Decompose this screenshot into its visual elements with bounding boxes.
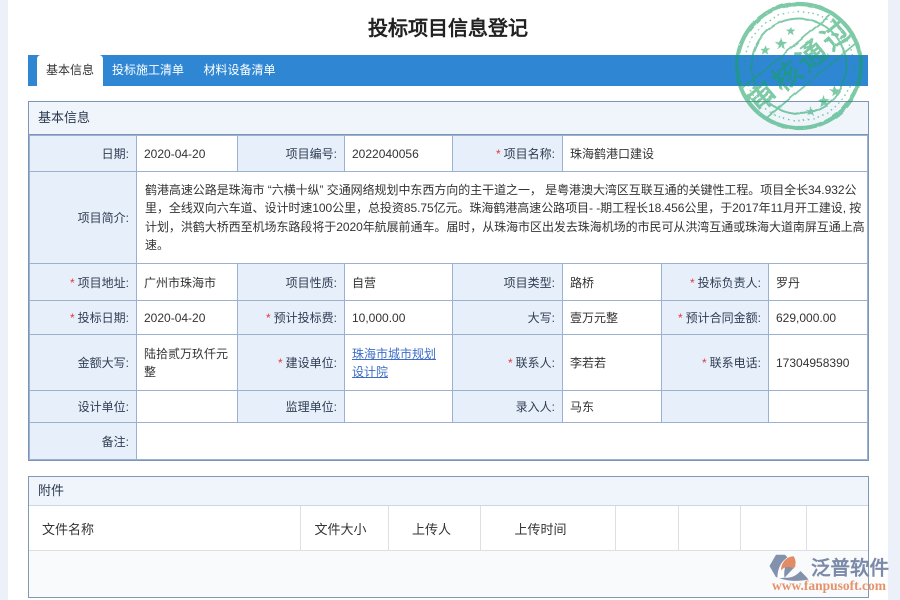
svg-text:www.fanpusoft.com: www.fanpusoft.com [772,578,887,593]
svg-text:审核通过: 审核通过 [741,11,860,119]
svg-text:泛普软件: 泛普软件 [811,557,889,580]
